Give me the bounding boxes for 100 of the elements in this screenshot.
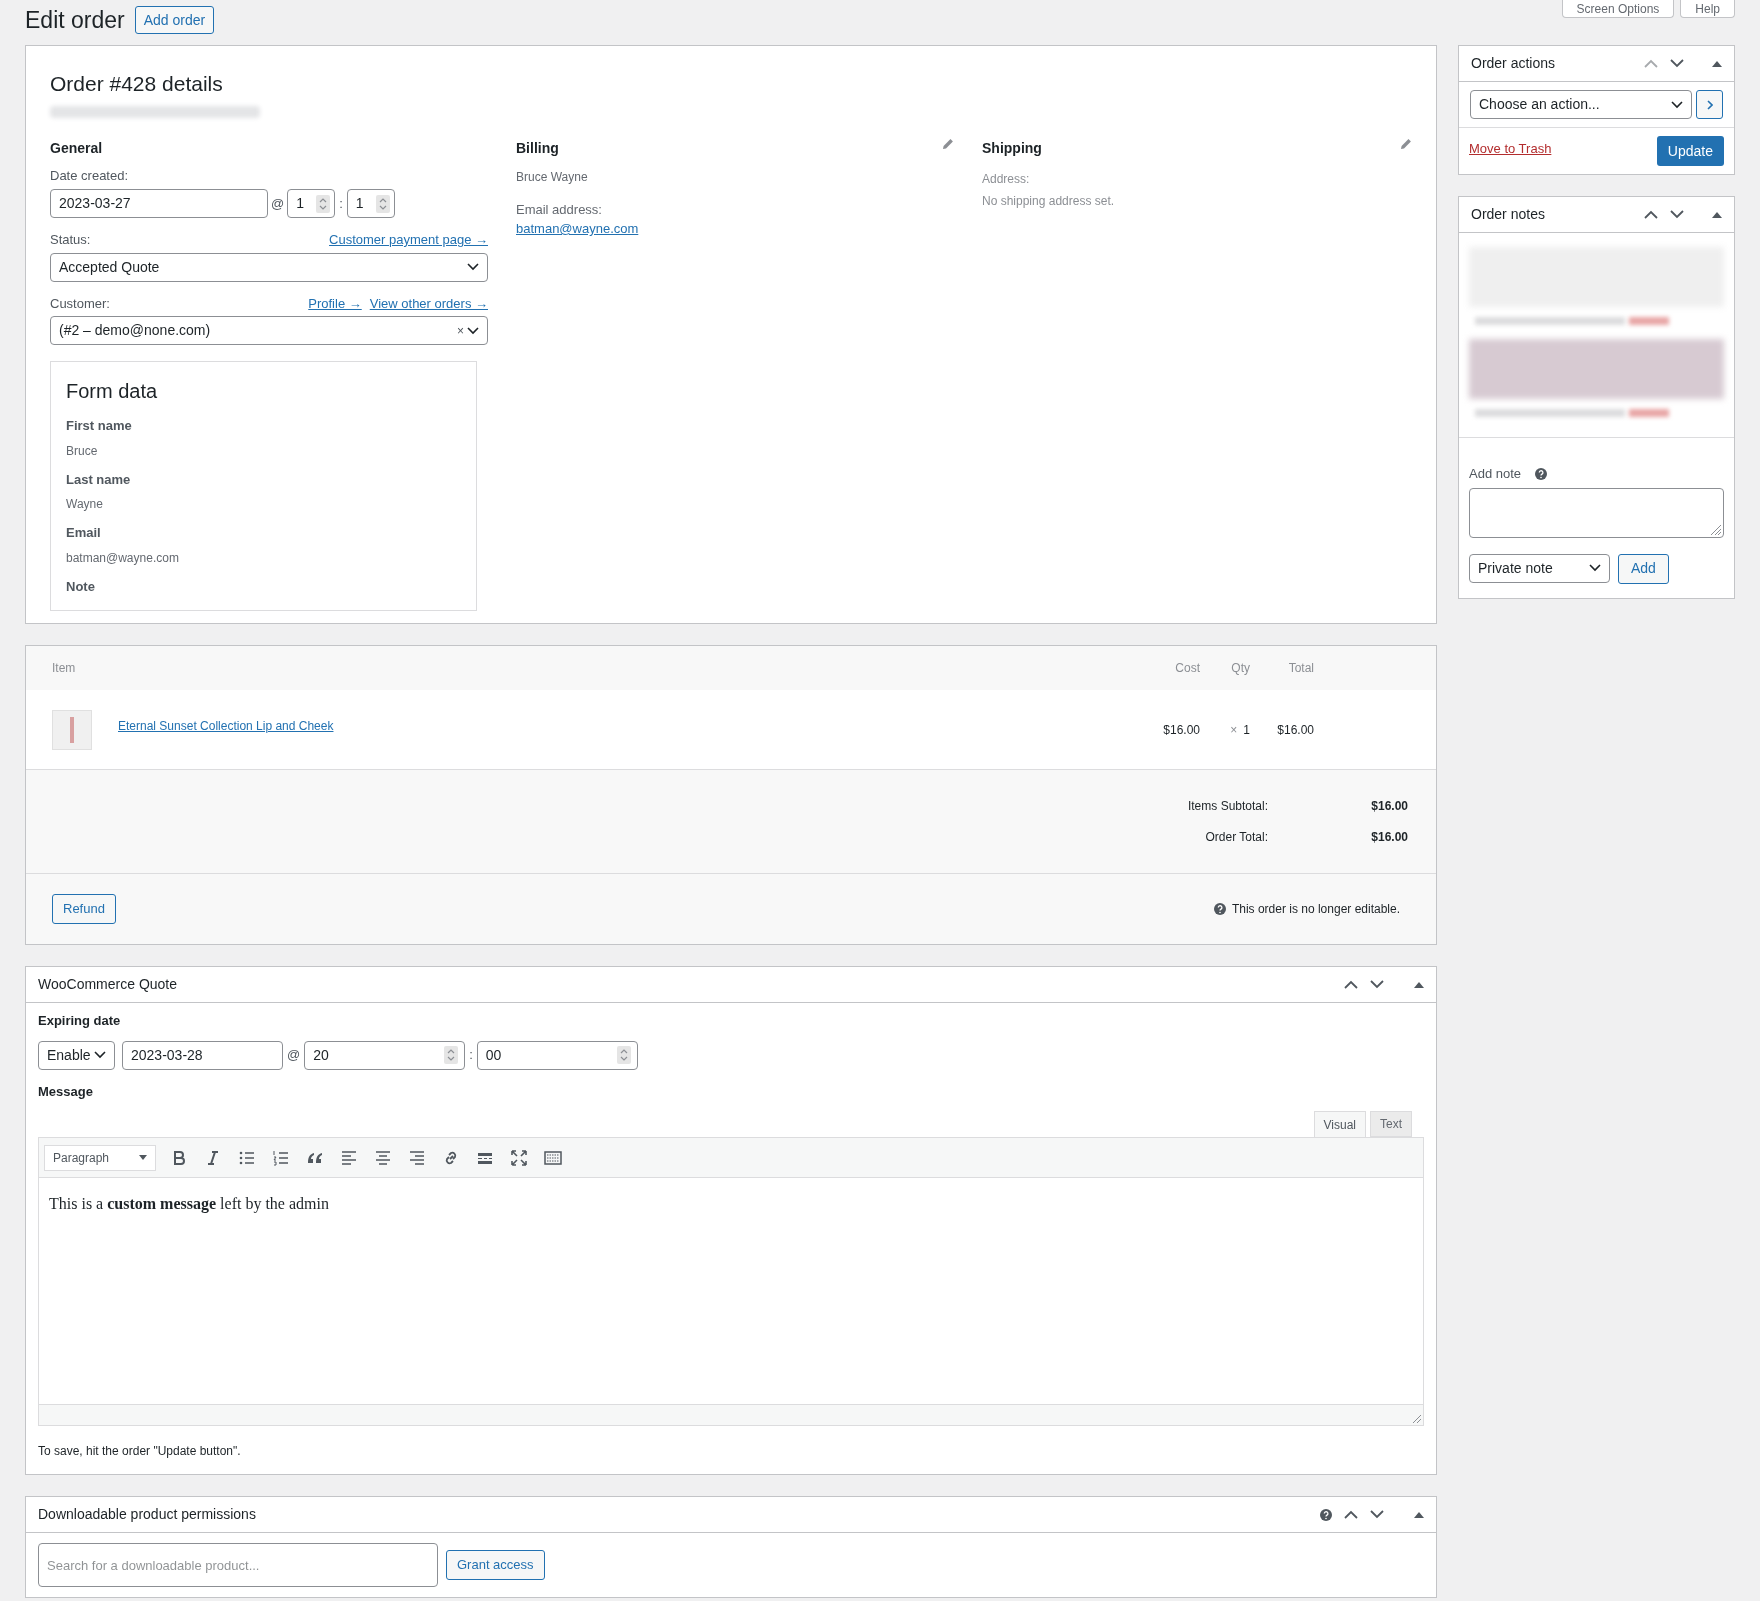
column-header: Cost (1174, 660, 1200, 677)
add-note-button[interactable]: Add (1618, 553, 1669, 584)
move-down-icon[interactable] (1370, 980, 1384, 989)
hour-field[interactable]: 20 (304, 1040, 466, 1070)
message-text: This is a custom message left by the admin (49, 1194, 330, 1215)
chevron-right-icon (1706, 99, 1713, 110)
spinner-icon (316, 194, 331, 213)
form-field-label: Note (66, 577, 96, 596)
colon-separator: : (339, 194, 343, 213)
column-header: Qty (1230, 660, 1250, 677)
shipping-address: No shipping address set. (982, 192, 1116, 210)
panel-title: Order actions (1471, 54, 1557, 73)
panel-title: WooCommerce Quote (38, 975, 178, 994)
form-field-label: Last name (66, 470, 132, 489)
move-up-icon[interactable] (1344, 1510, 1358, 1519)
search-field[interactable]: Search for a downloadable product... (38, 1543, 438, 1587)
keyboard-icon[interactable] (544, 1148, 562, 1167)
numbered-list-icon[interactable] (272, 1148, 290, 1167)
help-icon (1213, 903, 1226, 915)
refund-button[interactable]: Refund (52, 894, 116, 924)
apply-button[interactable] (1696, 90, 1723, 119)
pencil-icon[interactable] (942, 137, 954, 150)
email-link[interactable]: batman@wayne.com (516, 221, 639, 236)
table-cell-text: $16.00 (1162, 721, 1200, 739)
product-link[interactable]: Eternal Sunset Collection Lip and Cheek (118, 718, 334, 733)
move-down-icon[interactable] (1670, 59, 1684, 68)
align-left-icon[interactable] (340, 1148, 358, 1167)
note-textarea[interactable] (1469, 487, 1724, 538)
field-label: Status: (50, 231, 92, 249)
form-field-label: Email (66, 524, 102, 542)
note-type-select[interactable]: Private note (1469, 553, 1610, 583)
field-label: Add note (1469, 465, 1522, 483)
collapse-icon[interactable] (1414, 981, 1424, 988)
editor-tab[interactable]: Visual (1313, 1111, 1366, 1137)
clear-button[interactable]: × (457, 321, 464, 340)
spinner-icon (616, 1046, 631, 1064)
pencil-icon[interactable] (1400, 137, 1412, 150)
collapse-icon[interactable] (1712, 60, 1722, 67)
chevron-down-icon (94, 1051, 106, 1059)
total-label: Items Subtotal: (1186, 798, 1268, 815)
chevron-down-icon (467, 263, 479, 271)
move-up-icon[interactable] (1644, 210, 1658, 219)
section-heading: Billing (516, 138, 559, 158)
product-thumbnail (52, 709, 92, 750)
link[interactable]: View other orders → (369, 293, 488, 313)
link[interactable]: Customer payment page → (329, 230, 488, 250)
billing-name: Bruce Wayne (516, 168, 589, 186)
screen-tab-button[interactable]: Screen Options (1561, 0, 1675, 18)
action-select[interactable]: Choose an action... (1470, 90, 1692, 119)
minute-field[interactable]: 1 (346, 189, 395, 218)
field-label: Address: (982, 170, 1031, 188)
screen-tab-button[interactable]: Help (1680, 0, 1735, 18)
collapse-icon[interactable] (1414, 1511, 1424, 1518)
format-select[interactable]: Paragraph (44, 1144, 156, 1171)
panel-title: Downloadable product permissions (38, 1505, 257, 1524)
form-data-title: Form data (66, 379, 159, 404)
table-cell-text: 1 (1243, 721, 1250, 739)
move-down-icon[interactable] (1670, 210, 1684, 219)
field-label: Email address: (516, 200, 603, 219)
grant-access-button[interactable]: Grant access (446, 1550, 545, 1580)
at-sign: @ (287, 1046, 301, 1065)
chevron-down-icon (1671, 100, 1683, 109)
section-heading: Shipping (982, 138, 1042, 158)
hint-text: To save, hit the order "Update button". (38, 1443, 242, 1460)
column-header: Item (52, 660, 77, 677)
at-sign: @ (271, 194, 285, 213)
enable-select[interactable]: Enable (38, 1040, 115, 1070)
section-heading: General (50, 138, 104, 158)
column-header: Total (1287, 660, 1314, 677)
times-sign: × (1230, 721, 1238, 739)
help-icon (1320, 1508, 1332, 1521)
trash-link[interactable]: Move to Trash (1469, 139, 1552, 159)
chevron-down-icon (1589, 564, 1601, 572)
resize-handle-icon[interactable] (1413, 1415, 1421, 1423)
total-label: Order Total: (1204, 829, 1268, 846)
form-field-label: First name (66, 417, 133, 435)
fullscreen-icon[interactable] (510, 1148, 528, 1167)
field-label: Customer: (50, 294, 111, 313)
customer-select[interactable]: (#2 – demo@none.com) × (50, 316, 488, 345)
minute-field[interactable]: 00 (476, 1040, 638, 1070)
collapse-icon[interactable] (1712, 211, 1722, 218)
align-right-icon[interactable] (408, 1148, 426, 1167)
update-button[interactable]: Update (1656, 136, 1724, 166)
form-field-value: batman@wayne.com (66, 549, 180, 567)
align-center-icon[interactable] (374, 1148, 392, 1167)
status-select[interactable]: Accepted Quote (50, 252, 488, 282)
page-title: Edit order (25, 6, 125, 35)
dropdown-icon (139, 1155, 147, 1160)
editor-tab[interactable]: Text (1370, 1111, 1412, 1137)
move-up-icon[interactable] (1344, 980, 1358, 989)
date-field[interactable]: 2023-03-28 (122, 1040, 283, 1070)
field-label: Date created: (50, 166, 130, 185)
spinner-icon (444, 1046, 459, 1064)
move-down-icon[interactable] (1370, 1510, 1384, 1519)
resize-handle-icon (1711, 524, 1721, 535)
hour-field[interactable]: 1 (287, 189, 336, 218)
add-order-button[interactable]: Add order (134, 6, 215, 35)
date-field[interactable]: 2023-03-27 (50, 189, 268, 218)
link[interactable]: Profile → (308, 293, 362, 313)
table-cell-text: $16.00 (1276, 721, 1314, 739)
